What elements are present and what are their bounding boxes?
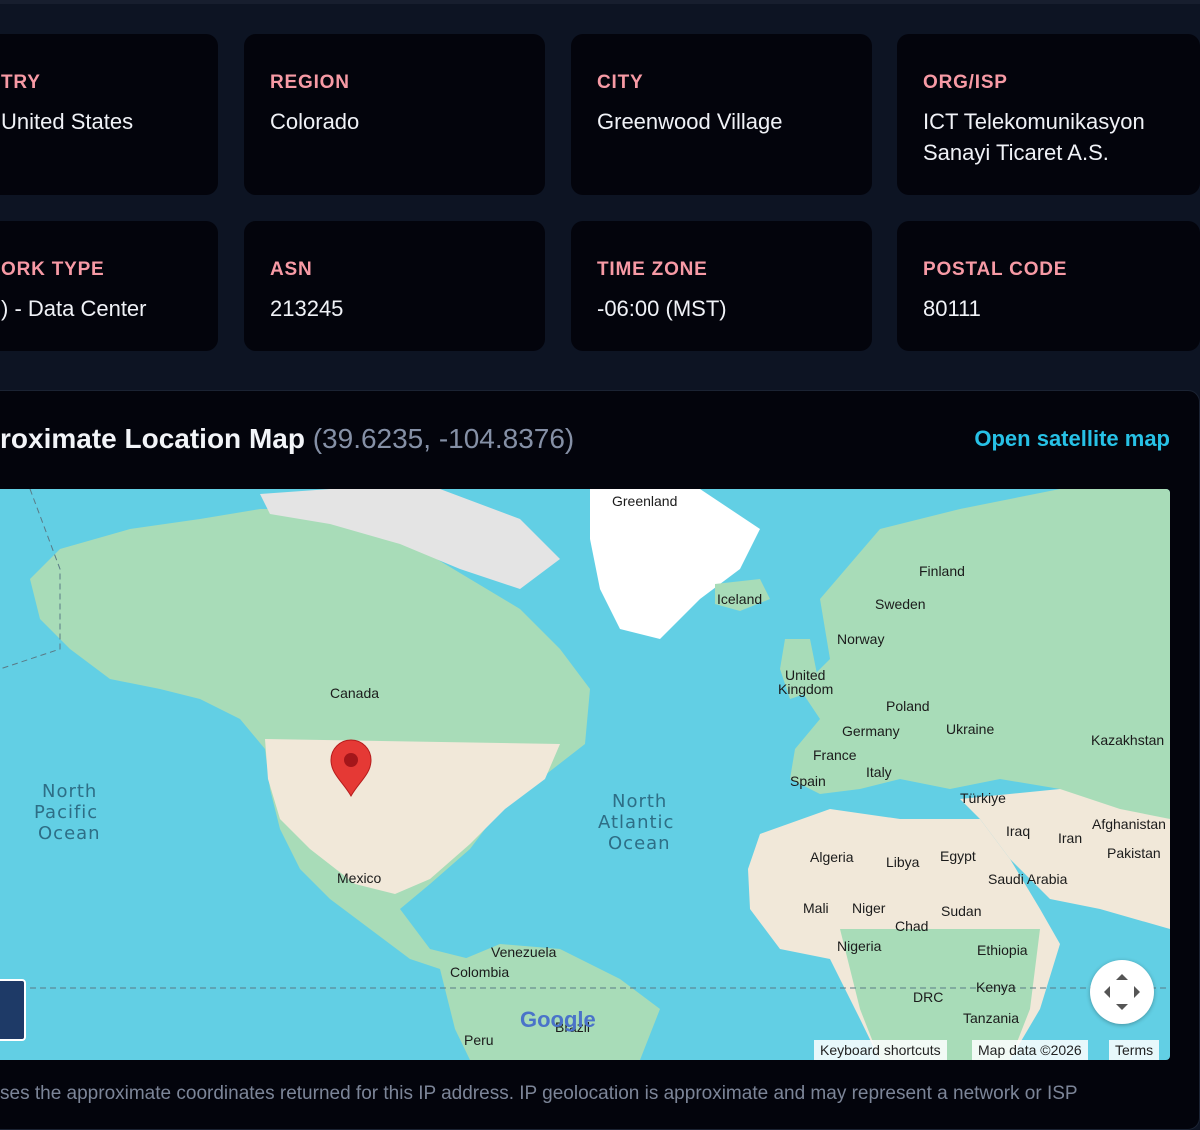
org-isp-value: ICT Telekomunikasyon Sanayi Ticaret A.S. bbox=[923, 106, 1174, 168]
label-ukraine: Ukraine bbox=[946, 721, 994, 737]
label-north-atlantic-1: North bbox=[612, 791, 667, 812]
asn-card: ASN 213245 bbox=[244, 221, 545, 351]
label-north-atlantic-2: Atlantic bbox=[598, 812, 674, 833]
label-italy: Italy bbox=[866, 764, 892, 780]
google-logo: Google bbox=[520, 1007, 596, 1032]
label-nigeria: Nigeria bbox=[837, 938, 882, 954]
terms-link[interactable]: Terms bbox=[1109, 1040, 1160, 1060]
org-isp-line1: ICT Telekomunikasyon bbox=[923, 109, 1145, 134]
keyboard-shortcuts-link[interactable]: Keyboard shortcuts bbox=[814, 1040, 947, 1060]
network-type-card: ORK TYPE ) - Data Center bbox=[0, 221, 218, 351]
country-value: United States bbox=[1, 109, 134, 134]
label-libya: Libya bbox=[886, 854, 920, 870]
postal-code-label: POSTAL CODE bbox=[923, 259, 1068, 280]
region-value: Colorado bbox=[270, 109, 360, 134]
org-isp-label: ORG/ISP bbox=[923, 72, 1008, 93]
asn-value: 213245 bbox=[270, 296, 344, 321]
label-iran: Iran bbox=[1058, 830, 1082, 846]
label-niger: Niger bbox=[852, 900, 886, 916]
postal-code-value: 80111 bbox=[923, 296, 981, 321]
label-greenland: Greenland bbox=[612, 493, 677, 509]
label-pakistan: Pakistan bbox=[1107, 845, 1161, 861]
map-canvas: Greenland Iceland Finland Sweden Norway … bbox=[0, 489, 1170, 1060]
label-tanzania: Tanzania bbox=[963, 1010, 1019, 1026]
label-kazakhstan: Kazakhstan bbox=[1091, 732, 1164, 748]
label-north-pacific-1: North bbox=[42, 781, 97, 802]
label-iraq: Iraq bbox=[1006, 823, 1030, 839]
network-type-value: ) - Data Center bbox=[1, 296, 147, 321]
asn-label: ASN bbox=[270, 259, 313, 280]
label-kingdom: Kingdom bbox=[778, 681, 833, 697]
label-turkiye: Türkiye bbox=[960, 790, 1006, 806]
eurasia-landmass bbox=[790, 489, 1170, 829]
location-map[interactable]: Greenland Iceland Finland Sweden Norway … bbox=[0, 489, 1170, 1060]
country-label: TRY bbox=[1, 72, 41, 93]
region-card: REGION Colorado bbox=[244, 34, 545, 195]
label-germany: Germany bbox=[842, 723, 900, 739]
postal-code-card: POSTAL CODE 80111 bbox=[897, 221, 1200, 351]
time-zone-label: TIME ZONE bbox=[597, 259, 708, 280]
label-spain: Spain bbox=[790, 773, 826, 789]
region-label: REGION bbox=[270, 72, 350, 93]
fullscreen-button[interactable] bbox=[1090, 960, 1154, 1024]
label-france: France bbox=[813, 747, 857, 763]
label-mexico: Mexico bbox=[337, 870, 382, 886]
label-ethiopia: Ethiopia bbox=[977, 942, 1028, 958]
label-kenya: Kenya bbox=[976, 979, 1016, 995]
map-type-toggle[interactable] bbox=[0, 979, 26, 1041]
open-satellite-map-link[interactable]: Open satellite map bbox=[974, 426, 1170, 452]
label-afghanistan: Afghanistan bbox=[1092, 816, 1166, 832]
org-isp-card: ORG/ISP ICT Telekomunikasyon Sanayi Tica… bbox=[897, 34, 1200, 195]
label-drc: DRC bbox=[913, 989, 943, 1005]
label-egypt: Egypt bbox=[940, 848, 976, 864]
city-label: CITY bbox=[597, 72, 644, 93]
map-title-text: roximate Location Map bbox=[0, 423, 305, 454]
time-zone-value: -06:00 (MST) bbox=[597, 296, 727, 321]
label-north-atlantic-3: Ocean bbox=[608, 833, 671, 854]
label-chad: Chad bbox=[895, 918, 928, 934]
label-peru: Peru bbox=[464, 1032, 494, 1048]
label-iceland: Iceland bbox=[717, 591, 762, 607]
label-saudi-arabia: Saudi Arabia bbox=[988, 871, 1068, 887]
country-card: TRY United States bbox=[0, 34, 218, 195]
map-title: roximate Location Map (39.6235, -104.837… bbox=[0, 423, 574, 455]
label-colombia: Colombia bbox=[450, 964, 509, 980]
label-norway: Norway bbox=[837, 631, 884, 647]
city-value: Greenwood Village bbox=[597, 109, 783, 134]
label-sudan: Sudan bbox=[941, 903, 981, 919]
label-canada: Canada bbox=[330, 685, 379, 701]
label-north-pacific-2: Pacific bbox=[34, 802, 98, 823]
label-mali: Mali bbox=[803, 900, 829, 916]
network-type-label: ORK TYPE bbox=[1, 259, 105, 280]
label-venezuela: Venezuela bbox=[491, 944, 557, 960]
label-sweden: Sweden bbox=[875, 596, 926, 612]
fullscreen-icon bbox=[1104, 974, 1140, 1010]
map-data-attribution: Map data ©2026 bbox=[972, 1040, 1088, 1060]
label-poland: Poland bbox=[886, 698, 930, 714]
greenland-landmass bbox=[590, 489, 760, 639]
label-finland: Finland bbox=[919, 563, 965, 579]
label-north-pacific-3: Ocean bbox=[38, 823, 101, 844]
top-divider bbox=[0, 0, 1200, 4]
label-algeria: Algeria bbox=[810, 849, 854, 865]
org-isp-line2: Sanayi Ticaret A.S. bbox=[923, 140, 1109, 165]
map-coordinates: (39.6235, -104.8376) bbox=[312, 423, 575, 454]
time-zone-card: TIME ZONE -06:00 (MST) bbox=[571, 221, 872, 351]
city-card: CITY Greenwood Village bbox=[571, 34, 872, 195]
